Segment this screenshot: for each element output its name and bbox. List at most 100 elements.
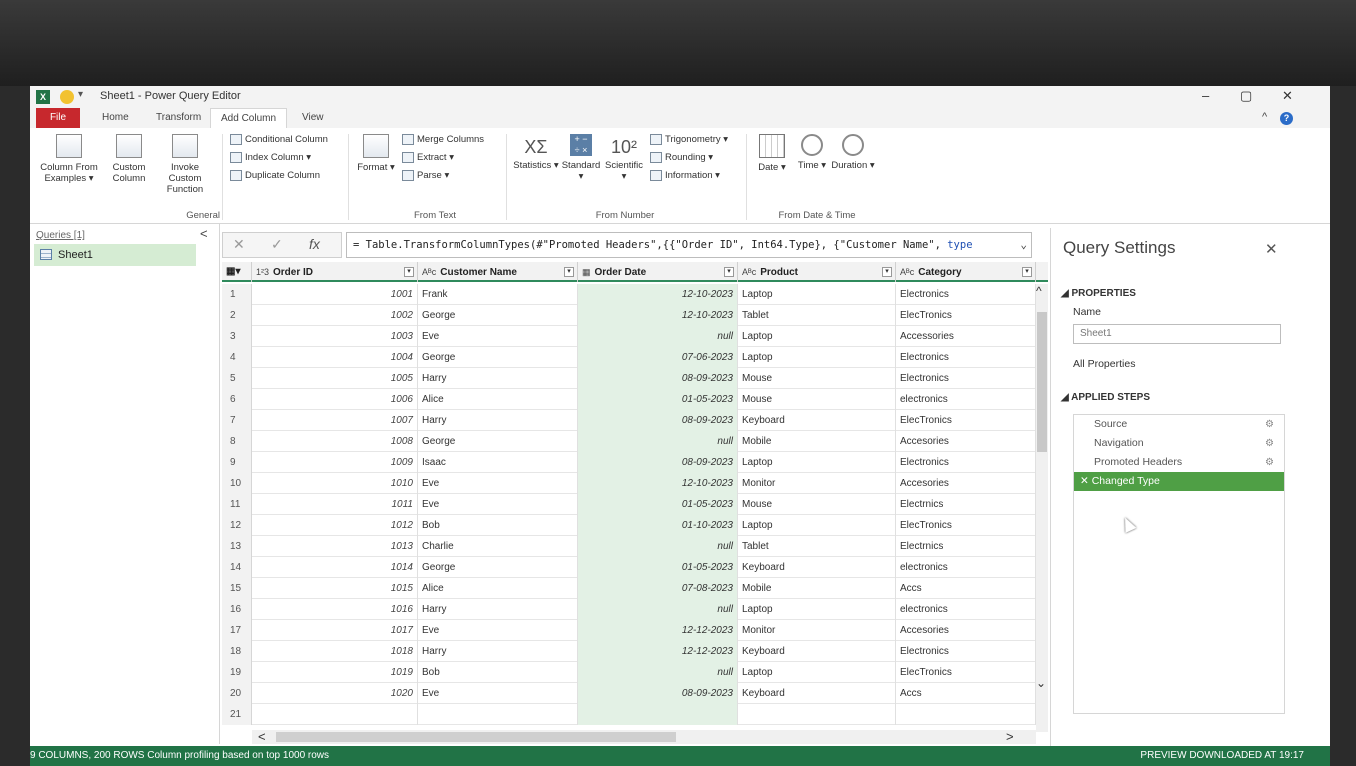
- cell-order-id[interactable]: 1013: [252, 536, 418, 557]
- standard-button[interactable]: + − ÷ × Standard ▾: [560, 134, 602, 182]
- cell-product[interactable]: Mouse: [738, 389, 896, 410]
- cell-order-id[interactable]: [252, 704, 418, 725]
- fx-icon[interactable]: fx: [309, 236, 320, 252]
- cell-category[interactable]: ElecTronics: [896, 305, 1036, 326]
- close-button[interactable]: ✕: [1282, 88, 1293, 104]
- cell-category[interactable]: Accessories: [896, 326, 1036, 347]
- statistics-button[interactable]: XΣ Statistics ▾: [512, 134, 560, 171]
- cell-category[interactable]: Electrnics: [896, 494, 1036, 515]
- row-number[interactable]: 3: [222, 326, 252, 347]
- restore-button[interactable]: ▢: [1240, 88, 1252, 104]
- column-header-order-date[interactable]: ▦ Order Date ▾: [578, 262, 738, 282]
- cell-order-date[interactable]: 01-05-2023: [578, 389, 738, 410]
- help-icon[interactable]: ?: [1280, 112, 1293, 125]
- cell-category[interactable]: Accesories: [896, 473, 1036, 494]
- cell-customer-name[interactable]: Eve: [418, 473, 578, 494]
- row-number[interactable]: 19: [222, 662, 252, 683]
- cell-order-id[interactable]: 1001: [252, 284, 418, 305]
- cell-category[interactable]: ElecTronics: [896, 515, 1036, 536]
- cell-order-date[interactable]: 12-12-2023: [578, 641, 738, 662]
- cell-order-date[interactable]: 08-09-2023: [578, 452, 738, 473]
- cell-product[interactable]: Tablet: [738, 536, 896, 557]
- cell-order-date[interactable]: 08-09-2023: [578, 683, 738, 704]
- column-header-product[interactable]: Aᴮc Product ▾: [738, 262, 896, 282]
- cell-product[interactable]: Mouse: [738, 368, 896, 389]
- row-number[interactable]: 6: [222, 389, 252, 410]
- cell-order-id[interactable]: 1012: [252, 515, 418, 536]
- cell-category[interactable]: electronics: [896, 599, 1036, 620]
- tab-view[interactable]: View: [292, 108, 334, 128]
- cell-customer-name[interactable]: Charlie: [418, 536, 578, 557]
- type-text-icon[interactable]: Aᴮc: [742, 267, 756, 277]
- conditional-column-button[interactable]: Conditional Column: [230, 132, 328, 148]
- rounding-button[interactable]: Rounding ▾: [650, 150, 713, 166]
- cell-customer-name[interactable]: George: [418, 431, 578, 452]
- cell-category[interactable]: Accesories: [896, 431, 1036, 452]
- cell-customer-name[interactable]: Bob: [418, 515, 578, 536]
- trigonometry-button[interactable]: Trigonometry ▾: [650, 132, 728, 148]
- cell-order-id[interactable]: 1015: [252, 578, 418, 599]
- cell-customer-name[interactable]: Harry: [418, 368, 578, 389]
- cell-order-id[interactable]: 1007: [252, 410, 418, 431]
- filter-dropdown-icon[interactable]: ▾: [724, 267, 734, 277]
- cell-order-date[interactable]: 01-10-2023: [578, 515, 738, 536]
- collapse-ribbon-icon[interactable]: ^: [1262, 111, 1267, 123]
- tab-add-column[interactable]: Add Column: [210, 108, 288, 128]
- query-name-input[interactable]: Sheet1: [1073, 324, 1281, 344]
- cell-customer-name[interactable]: George: [418, 557, 578, 578]
- tab-transform[interactable]: Transform: [146, 108, 211, 128]
- parse-button[interactable]: Parse ▾: [402, 168, 449, 184]
- cell-order-date[interactable]: null: [578, 431, 738, 452]
- cell-category[interactable]: Electronics: [896, 368, 1036, 389]
- index-column-button[interactable]: Index Column ▾: [230, 150, 311, 166]
- type-text-icon[interactable]: Aᴮc: [900, 267, 914, 277]
- cell-customer-name[interactable]: Eve: [418, 494, 578, 515]
- step-navigation[interactable]: Navigation ⚙: [1074, 434, 1284, 453]
- cell-order-id[interactable]: 1016: [252, 599, 418, 620]
- row-number[interactable]: 14: [222, 557, 252, 578]
- cell-customer-name[interactable]: [418, 704, 578, 725]
- cell-category[interactable]: ElecTronics: [896, 410, 1036, 431]
- cell-order-date[interactable]: [578, 704, 738, 725]
- cell-category[interactable]: electronics: [896, 389, 1036, 410]
- row-number[interactable]: 8: [222, 431, 252, 452]
- minimize-button[interactable]: –: [1202, 88, 1209, 103]
- cell-customer-name[interactable]: Eve: [418, 620, 578, 641]
- cell-order-date[interactable]: 08-09-2023: [578, 410, 738, 431]
- row-number[interactable]: 12: [222, 515, 252, 536]
- row-number[interactable]: 4: [222, 347, 252, 368]
- cell-customer-name[interactable]: George: [418, 305, 578, 326]
- quick-access-dropdown-icon[interactable]: ▾: [78, 89, 83, 100]
- row-number[interactable]: 13: [222, 536, 252, 557]
- tab-home[interactable]: Home: [92, 108, 139, 128]
- cell-category[interactable]: Accs: [896, 578, 1036, 599]
- cell-customer-name[interactable]: Harry: [418, 641, 578, 662]
- cell-order-id[interactable]: 1010: [252, 473, 418, 494]
- row-number[interactable]: 2: [222, 305, 252, 326]
- filter-dropdown-icon[interactable]: ▾: [1022, 267, 1032, 277]
- date-button[interactable]: Date ▾: [752, 134, 792, 173]
- cell-product[interactable]: Laptop: [738, 515, 896, 536]
- format-button[interactable]: Format ▾: [356, 134, 396, 173]
- cell-order-date[interactable]: 07-06-2023: [578, 347, 738, 368]
- close-settings-icon[interactable]: ✕: [1265, 240, 1278, 258]
- cell-product[interactable]: Mobile: [738, 431, 896, 452]
- cell-category[interactable]: ElecTronics: [896, 662, 1036, 683]
- row-number[interactable]: 10: [222, 473, 252, 494]
- cell-category[interactable]: Electronics: [896, 284, 1036, 305]
- scroll-down-icon[interactable]: ⌄: [1036, 676, 1046, 690]
- cell-customer-name[interactable]: George: [418, 347, 578, 368]
- cell-product[interactable]: Keyboard: [738, 557, 896, 578]
- tab-file[interactable]: File: [36, 108, 80, 128]
- cell-order-date[interactable]: 08-09-2023: [578, 368, 738, 389]
- cell-product[interactable]: Monitor: [738, 473, 896, 494]
- formula-input[interactable]: = Table.TransformColumnTypes(#"Promoted …: [346, 232, 1032, 258]
- row-number[interactable]: 5: [222, 368, 252, 389]
- cell-order-date[interactable]: null: [578, 536, 738, 557]
- row-number[interactable]: 9: [222, 452, 252, 473]
- cell-product[interactable]: Laptop: [738, 452, 896, 473]
- row-number[interactable]: 11: [222, 494, 252, 515]
- cell-order-id[interactable]: 1008: [252, 431, 418, 452]
- cell-product[interactable]: Keyboard: [738, 410, 896, 431]
- cell-product[interactable]: Keyboard: [738, 641, 896, 662]
